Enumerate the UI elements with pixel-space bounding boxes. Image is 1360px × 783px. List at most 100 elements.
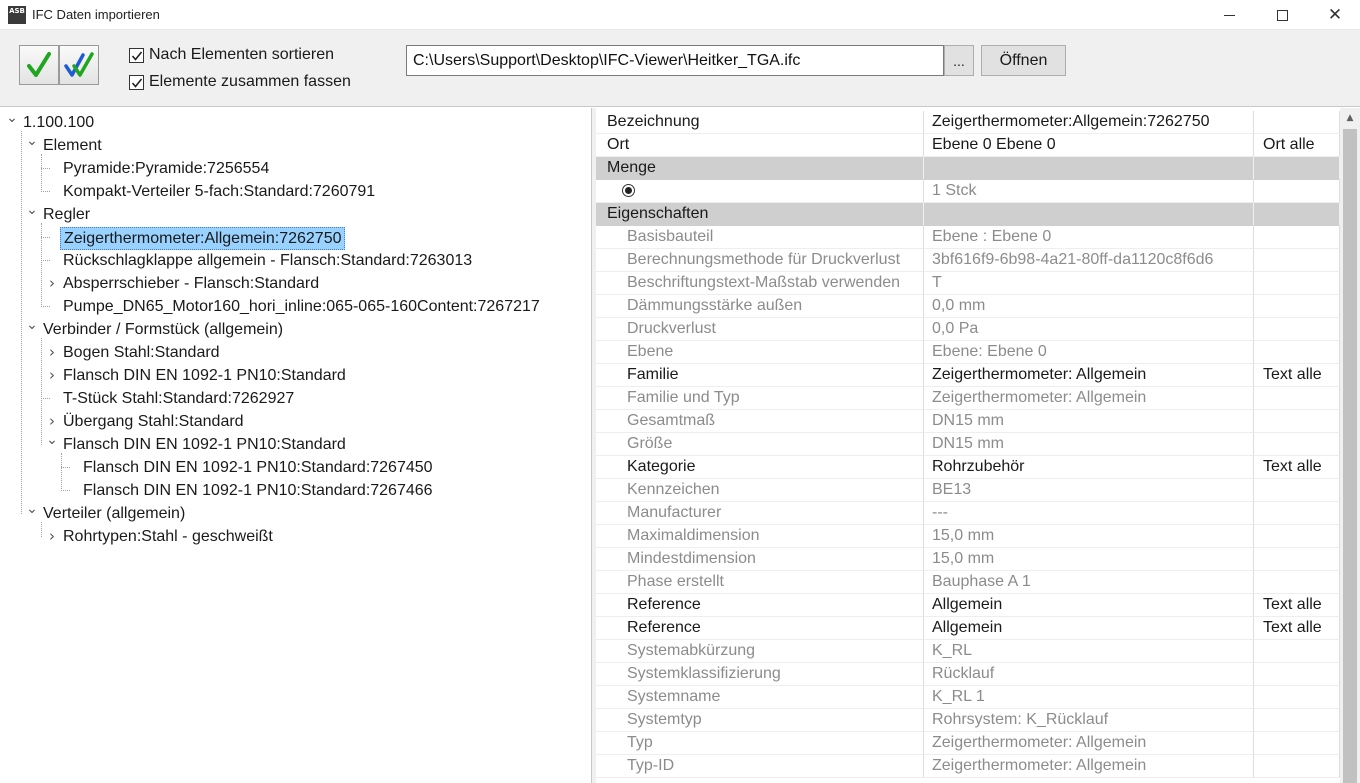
confirm-button[interactable]: [19, 45, 59, 85]
chevron-right-icon[interactable]: ›: [46, 341, 58, 364]
property-value[interactable]: K_RL 1: [924, 686, 1254, 709]
property-row[interactable]: Ort Ebene 0 Ebene 0 Ort alle: [596, 134, 1340, 157]
tree-node-label[interactable]: Pumpe_DN65_Motor160_hori_inline:065-065-…: [60, 295, 543, 318]
tree-node[interactable]: ⌄ Verteiler (allgemein): [0, 501, 590, 525]
property-row[interactable]: Phase erstellt Bauphase A 1: [596, 571, 1340, 594]
chevron-down-icon[interactable]: ⌄: [26, 314, 38, 337]
property-group-header[interactable]: Eigenschaften: [596, 203, 1340, 226]
property-value[interactable]: DN15 mm: [924, 433, 1254, 456]
tree-node[interactable]: ⌄ Element: [0, 133, 590, 157]
property-value[interactable]: 1 Stck: [924, 180, 1254, 203]
maximize-button[interactable]: [1259, 0, 1305, 30]
chevron-down-icon[interactable]: ⌄: [26, 199, 38, 222]
property-value[interactable]: 15,0 mm: [924, 525, 1254, 548]
tree-node-label[interactable]: Verbinder / Formstück (allgemein): [40, 318, 286, 341]
tree-node-label[interactable]: Flansch DIN EN 1092-1 PN10:Standard: [60, 364, 349, 387]
property-row[interactable]: Systemtyp Rohrsystem: K_Rücklauf: [596, 709, 1340, 732]
tree-node-label[interactable]: Pyramide:Pyramide:7256554: [60, 157, 272, 180]
chevron-right-icon[interactable]: ›: [46, 525, 58, 548]
apply-to-all-button[interactable]: Ort alle: [1254, 134, 1340, 157]
property-row[interactable]: Ebene Ebene: Ebene 0: [596, 341, 1340, 364]
tree-node-label[interactable]: Flansch DIN EN 1092-1 PN10:Standard:7267…: [80, 456, 436, 479]
property-value[interactable]: Bauphase A 1: [924, 571, 1254, 594]
sort-by-elements-option[interactable]: Nach Elementen sortieren: [129, 46, 334, 64]
property-row[interactable]: Beschriftungstext-Maßstab verwenden T: [596, 272, 1340, 295]
apply-to-all-button[interactable]: Text alle: [1254, 456, 1340, 479]
open-button[interactable]: Öffnen: [981, 45, 1066, 76]
property-value[interactable]: Allgemein: [924, 594, 1254, 617]
property-value[interactable]: BE13: [924, 479, 1254, 502]
confirm-all-button[interactable]: [59, 45, 99, 85]
property-row[interactable]: 1 Stck: [596, 180, 1340, 203]
tree-node-label[interactable]: Kompakt-Verteiler 5-fach:Standard:726079…: [60, 180, 378, 203]
property-row[interactable]: Kategorie Rohrzubehör Text alle: [596, 456, 1340, 479]
tree-node[interactable]: Flansch DIN EN 1092-1 PN10:Standard:7267…: [0, 479, 590, 502]
chevron-down-icon[interactable]: ⌄: [26, 130, 38, 153]
tree-node[interactable]: Pumpe_DN65_Motor160_hori_inline:065-065-…: [0, 295, 590, 318]
property-row[interactable]: Typ Zeigerthermometer: Allgemein: [596, 732, 1340, 755]
minimize-button[interactable]: [1206, 0, 1252, 30]
property-row[interactable]: Bezeichnung Zeigerthermometer:Allgemein:7…: [596, 111, 1340, 134]
property-row[interactable]: Druckverlust 0,0 Pa: [596, 318, 1340, 341]
property-row[interactable]: Familie und Typ Zeigerthermometer: Allgem…: [596, 387, 1340, 410]
tree-node[interactable]: Pyramide:Pyramide:7256554: [0, 157, 590, 180]
property-row[interactable]: Berechnungsmethode für Druckverlust 3bf61…: [596, 249, 1340, 272]
chevron-right-icon[interactable]: ›: [46, 364, 58, 387]
merge-elements-option[interactable]: Elemente zusammen fassen: [129, 73, 351, 91]
property-row[interactable]: Reference Allgemein Text alle: [596, 617, 1340, 640]
tree-node[interactable]: ⌄ Flansch DIN EN 1092-1 PN10:Standard: [0, 432, 590, 456]
property-value[interactable]: [924, 203, 1254, 226]
tree-node-label[interactable]: Übergang Stahl:Standard: [60, 410, 247, 433]
property-value[interactable]: Zeigerthermometer:Allgemein:7262750: [924, 111, 1254, 134]
property-row[interactable]: Systemname K_RL 1: [596, 686, 1340, 709]
property-value[interactable]: Ebene 0 Ebene 0: [924, 134, 1254, 157]
tree-node[interactable]: › Rohrtypen:Stahl - geschweißt: [0, 525, 590, 548]
property-value[interactable]: Rohrsystem: K_Rücklauf: [924, 709, 1254, 732]
chevron-right-icon[interactable]: ›: [46, 272, 58, 295]
tree-node-label-selected[interactable]: Zeigerthermometer:Allgemein:7262750: [60, 227, 346, 250]
properties-grid[interactable]: Bezeichnung Zeigerthermometer:Allgemein:7…: [596, 108, 1360, 783]
property-value[interactable]: Zeigerthermometer: Allgemein: [924, 755, 1254, 778]
tree-node-label[interactable]: Element: [40, 134, 105, 157]
apply-to-all-button[interactable]: Text alle: [1254, 364, 1340, 387]
tree-node[interactable]: › Absperrschieber - Flansch:Standard: [0, 272, 590, 295]
property-row[interactable]: Größe DN15 mm: [596, 433, 1340, 456]
properties-scrollbar[interactable]: ▲: [1340, 108, 1360, 783]
chevron-down-icon[interactable]: ⌄: [6, 108, 18, 130]
radio-selected-icon[interactable]: [622, 184, 635, 197]
tree-node-label[interactable]: Verteiler (allgemein): [40, 502, 188, 525]
property-value[interactable]: Zeigerthermometer: Allgemein: [924, 387, 1254, 410]
property-value[interactable]: 3bf616f9-6b98-4a21-80ff-da1120c8f6d6: [924, 249, 1254, 272]
tree-node-label[interactable]: Absperrschieber - Flansch:Standard: [60, 272, 322, 295]
property-row[interactable]: Manufacturer ---: [596, 502, 1340, 525]
property-group-header[interactable]: Menge: [596, 157, 1340, 180]
property-value[interactable]: Ebene: Ebene 0: [924, 341, 1254, 364]
tree-node-label[interactable]: T-Stück Stahl:Standard:7262927: [60, 387, 297, 410]
close-button[interactable]: ✕: [1312, 0, 1358, 30]
property-value[interactable]: 0,0 mm: [924, 295, 1254, 318]
tree-node[interactable]: ⌄ 1.100.100: [0, 108, 590, 134]
apply-to-all-button[interactable]: Text alle: [1254, 594, 1340, 617]
property-row[interactable]: Maximaldimension 15,0 mm: [596, 525, 1340, 548]
property-row[interactable]: Mindestdimension 15,0 mm: [596, 548, 1340, 571]
property-row[interactable]: Dämmungsstärke außen 0,0 mm: [596, 295, 1340, 318]
tree-node[interactable]: › Bogen Stahl:Standard: [0, 341, 590, 364]
property-value[interactable]: ---: [924, 502, 1254, 525]
property-row[interactable]: Familie Zeigerthermometer: Allgemein Text …: [596, 364, 1340, 387]
property-value[interactable]: Zeigerthermometer: Allgemein: [924, 364, 1254, 387]
element-tree[interactable]: ⌄ 1.100.100 ⌄ Element Pyramide:Pyramide:7256…: [0, 108, 592, 783]
tree-node-label[interactable]: Bogen Stahl:Standard: [60, 341, 223, 364]
property-value[interactable]: DN15 mm: [924, 410, 1254, 433]
apply-to-all-button[interactable]: Text alle: [1254, 617, 1340, 640]
property-row[interactable]: Typ-ID Zeigerthermometer: Allgemein: [596, 755, 1340, 778]
property-value[interactable]: T: [924, 272, 1254, 295]
tree-node-label[interactable]: Rückschlagklappe allgemein - Flansch:Sta…: [60, 249, 475, 272]
tree-node-label[interactable]: Regler: [40, 203, 93, 226]
tree-node[interactable]: ⌄ Verbinder / Formstück (allgemein): [0, 317, 590, 341]
tree-node[interactable]: T-Stück Stahl:Standard:7262927: [0, 387, 590, 410]
scroll-up-icon[interactable]: ▲: [1340, 108, 1360, 128]
tree-node-label[interactable]: Flansch DIN EN 1092-1 PN10:Standard: [60, 433, 349, 456]
property-value[interactable]: Rücklauf: [924, 663, 1254, 686]
tree-node[interactable]: › Übergang Stahl:Standard: [0, 410, 590, 433]
tree-node[interactable]: › Flansch DIN EN 1092-1 PN10:Standard: [0, 364, 590, 387]
